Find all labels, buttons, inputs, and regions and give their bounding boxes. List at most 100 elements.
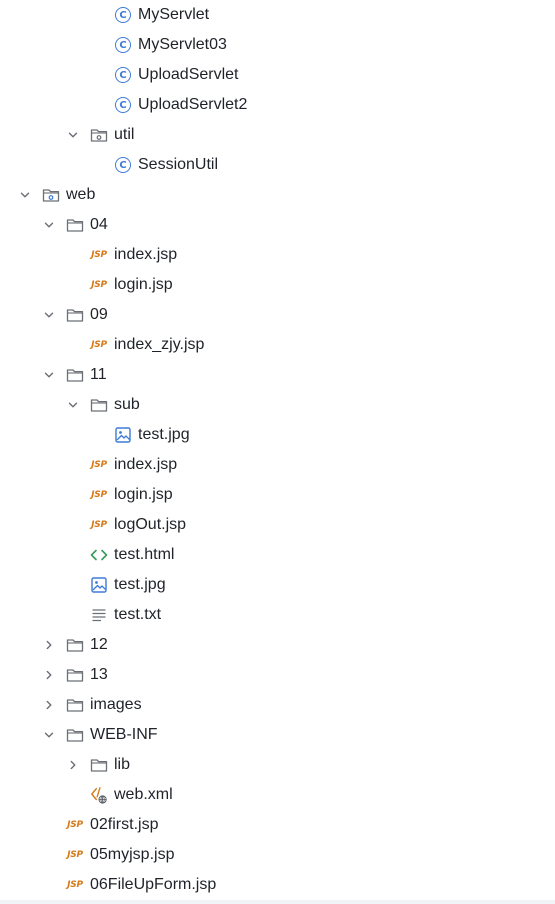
package-icon xyxy=(90,126,108,144)
tree-row[interactable]: test.txt xyxy=(0,600,555,630)
jsp-icon: JSP xyxy=(67,850,83,860)
tree-item-label: util xyxy=(114,126,135,143)
chevron-down-icon[interactable] xyxy=(41,217,57,233)
chevron-down-icon[interactable] xyxy=(65,127,81,143)
chevron-right-icon[interactable] xyxy=(65,757,81,773)
tree-item-label: index_zjy.jsp xyxy=(114,336,205,353)
tree-item-label: MyServlet xyxy=(138,6,210,23)
chevron-down-icon[interactable] xyxy=(41,307,57,323)
tree-row[interactable]: images xyxy=(0,690,555,720)
tree-item-label: test.html xyxy=(114,546,175,563)
folder-icon xyxy=(66,366,84,384)
tree-row[interactable]: util xyxy=(0,120,555,150)
tree-item-label: 11 xyxy=(90,366,107,383)
tree-item-label: test.jpg xyxy=(138,426,190,443)
tree-item-label: web xyxy=(66,186,96,203)
image-icon xyxy=(90,576,108,594)
tree-item-label: 09 xyxy=(90,306,108,323)
tree-row[interactable]: sub xyxy=(0,390,555,420)
tree-row[interactable]: 09 xyxy=(0,300,555,330)
tree-row[interactable]: JSP index.jsp xyxy=(0,450,555,480)
chevron-right-icon[interactable] xyxy=(41,667,57,683)
tree-row[interactable]: JSP 05myjsp.jsp xyxy=(0,840,555,870)
tree-item-label: SessionUtil xyxy=(138,156,219,173)
tree-row[interactable]: JSP logOut.jsp xyxy=(0,510,555,540)
tree-row[interactable]: 11 xyxy=(0,360,555,390)
folder-icon xyxy=(66,306,84,324)
jsp-icon: JSP xyxy=(67,820,83,830)
jsp-icon: JSP xyxy=(91,520,107,530)
tree-row[interactable]: web.xml xyxy=(0,780,555,810)
tree-row[interactable]: C SessionUtil xyxy=(0,150,555,180)
folder-icon xyxy=(90,756,108,774)
java-class-icon: C xyxy=(114,96,132,114)
tree-row[interactable]: test.jpg xyxy=(0,570,555,600)
tree-item-label: UploadServlet2 xyxy=(138,96,248,113)
tree-row[interactable]: C UploadServlet2 xyxy=(0,90,555,120)
folder-icon xyxy=(66,216,84,234)
tree-item-label: test.jpg xyxy=(114,576,166,593)
tree-row[interactable]: C MyServlet03 xyxy=(0,30,555,60)
jsp-icon: JSP xyxy=(91,490,107,500)
html-icon xyxy=(90,546,108,564)
tree-item-label: lib xyxy=(114,756,131,773)
tree-item-label: UploadServlet xyxy=(138,66,239,83)
folder-icon xyxy=(66,726,84,744)
tree-item-label: sub xyxy=(114,396,140,413)
tree-row[interactable]: test.html xyxy=(0,540,555,570)
tree-item-label: images xyxy=(90,696,142,713)
chevron-down-icon[interactable] xyxy=(17,187,33,203)
chevron-down-icon[interactable] xyxy=(41,367,57,383)
jsp-icon: JSP xyxy=(91,250,107,260)
tree-row[interactable]: test.jpg xyxy=(0,420,555,450)
jsp-icon: JSP xyxy=(67,880,83,890)
tree-row[interactable]: 13 xyxy=(0,660,555,690)
tree-row[interactable]: WEB-INF xyxy=(0,720,555,750)
tree-row[interactable]: JSP index_zjy.jsp xyxy=(0,330,555,360)
chevron-down-icon[interactable] xyxy=(41,727,57,743)
tree-item-label: web.xml xyxy=(114,786,173,803)
folder-icon xyxy=(90,396,108,414)
web-xml-icon xyxy=(90,786,108,804)
jsp-icon: JSP xyxy=(91,280,107,290)
tree-item-label: test.txt xyxy=(114,606,162,623)
tree-item-label: 13 xyxy=(90,666,108,683)
tree-item-label: 12 xyxy=(90,636,108,653)
jsp-icon: JSP xyxy=(91,460,107,470)
tree-row[interactable]: C MyServlet xyxy=(0,0,555,30)
chevron-down-icon[interactable] xyxy=(65,397,81,413)
web-folder-icon xyxy=(42,186,60,204)
tree-item-label: 02first.jsp xyxy=(90,816,159,833)
chevron-right-icon[interactable] xyxy=(41,697,57,713)
tree-row[interactable]: web xyxy=(0,180,555,210)
scroll-edge xyxy=(0,900,555,904)
tree-item-label: login.jsp xyxy=(114,486,173,503)
tree-row[interactable]: 04 xyxy=(0,210,555,240)
tree-row[interactable]: JSP login.jsp xyxy=(0,270,555,300)
folder-icon xyxy=(66,636,84,654)
tree-item-label: login.jsp xyxy=(114,276,173,293)
tree-row[interactable]: JSP 06FileUpForm.jsp xyxy=(0,870,555,900)
chevron-right-icon[interactable] xyxy=(41,637,57,653)
java-class-icon: C xyxy=(114,36,132,54)
java-class-icon: C xyxy=(114,6,132,24)
java-class-icon: C xyxy=(114,66,132,84)
tree-row[interactable]: lib xyxy=(0,750,555,780)
tree-row[interactable]: JSP index.jsp xyxy=(0,240,555,270)
tree-item-label: 04 xyxy=(90,216,108,233)
folder-icon xyxy=(66,666,84,684)
tree-item-label: MyServlet03 xyxy=(138,36,227,53)
image-icon xyxy=(114,426,132,444)
jsp-icon: JSP xyxy=(91,340,107,350)
tree-row[interactable]: C UploadServlet xyxy=(0,60,555,90)
tree-item-label: WEB-INF xyxy=(90,726,158,743)
tree-item-label: index.jsp xyxy=(114,246,178,263)
tree-row[interactable]: JSP 02first.jsp xyxy=(0,810,555,840)
folder-icon xyxy=(66,696,84,714)
tree-item-label: 05myjsp.jsp xyxy=(90,846,175,863)
tree-row[interactable]: JSP login.jsp xyxy=(0,480,555,510)
tree-item-label: 06FileUpForm.jsp xyxy=(90,876,217,893)
tree-item-label: index.jsp xyxy=(114,456,178,473)
tree-item-label: logOut.jsp xyxy=(114,516,187,533)
tree-row[interactable]: 12 xyxy=(0,630,555,660)
